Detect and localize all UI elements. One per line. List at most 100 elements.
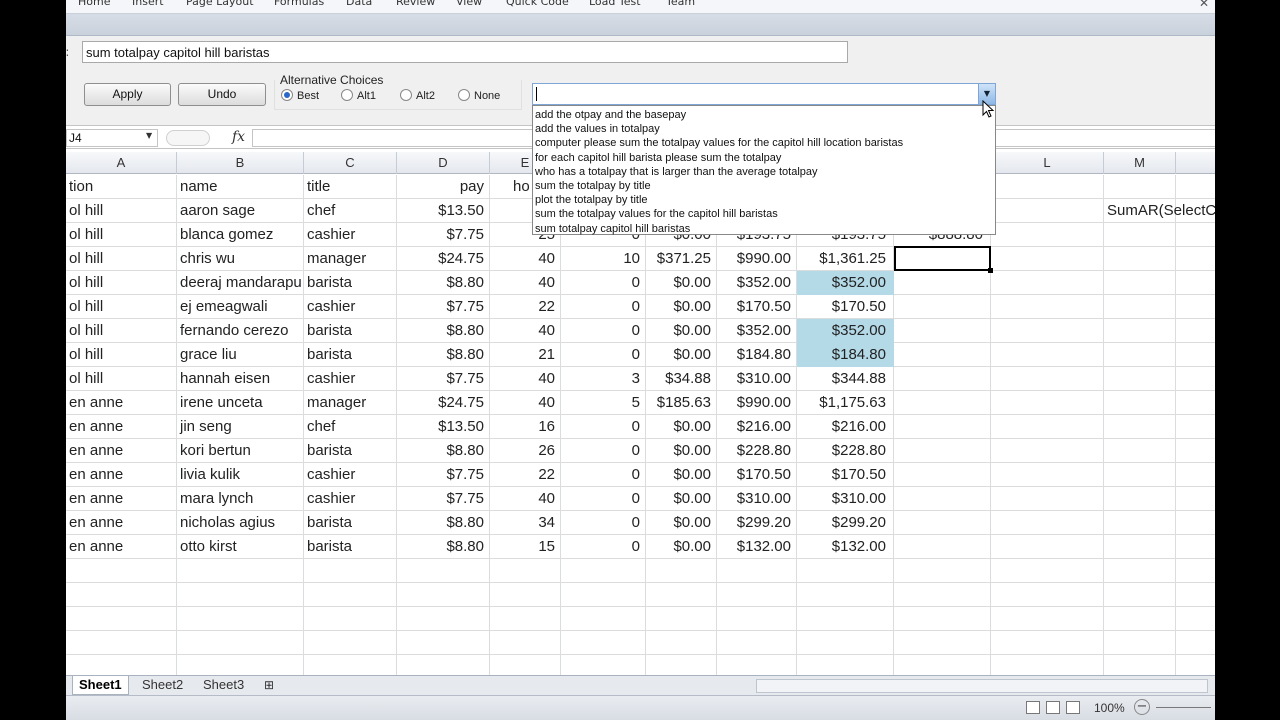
table-cell[interactable]: en anne xyxy=(66,487,177,511)
table-cell[interactable]: kori bertun xyxy=(177,439,304,463)
table-cell[interactable]: $13.50 xyxy=(397,199,490,223)
table-cell[interactable]: $352.00 xyxy=(717,319,797,343)
table-cell[interactable]: $0.00 xyxy=(646,511,717,535)
table-cell[interactable]: 40 xyxy=(490,247,561,271)
table-cell[interactable]: barista xyxy=(304,319,397,343)
horizontal-scrollbar[interactable] xyxy=(756,679,1208,693)
dropdown-item[interactable]: who has a totalpay that is larger than t… xyxy=(533,165,995,179)
table-cell[interactable]: aaron sage xyxy=(177,199,304,223)
table-cell[interactable]: $132.00 xyxy=(797,535,894,559)
column-header-l[interactable]: M xyxy=(1104,152,1176,174)
table-cell[interactable]: $7.75 xyxy=(397,487,490,511)
table-cell[interactable]: ol hill xyxy=(66,247,177,271)
table-cell[interactable]: chef xyxy=(304,199,397,223)
table-cell[interactable]: cashier xyxy=(304,367,397,391)
table-cell[interactable]: $0.00 xyxy=(646,343,717,367)
table-cell[interactable]: 34 xyxy=(490,511,561,535)
formula-text-cell[interactable]: SumAR(SelectCol xyxy=(1104,199,1215,223)
table-cell[interactable]: 0 xyxy=(561,415,646,439)
sheet-tab-2[interactable]: Sheet2 xyxy=(136,676,189,695)
column-header-m[interactable] xyxy=(1176,152,1215,174)
table-cell[interactable]: cashier xyxy=(304,295,397,319)
tab-team[interactable]: Team xyxy=(666,0,695,8)
tab-data[interactable]: Data xyxy=(346,0,372,8)
table-cell[interactable]: $299.20 xyxy=(797,511,894,535)
table-cell[interactable]: barista xyxy=(304,511,397,535)
header-cell-name[interactable]: name xyxy=(177,175,304,199)
table-cell[interactable]: $0.00 xyxy=(646,295,717,319)
table-cell[interactable]: 16 xyxy=(490,415,561,439)
table-cell[interactable]: $170.50 xyxy=(717,295,797,319)
table-cell[interactable]: en anne xyxy=(66,415,177,439)
query-input[interactable] xyxy=(82,41,848,63)
table-cell[interactable]: hannah eisen xyxy=(177,367,304,391)
table-cell[interactable]: ej emeagwali xyxy=(177,295,304,319)
table-cell[interactable]: $0.00 xyxy=(646,463,717,487)
table-cell[interactable]: $34.88 xyxy=(646,367,717,391)
table-cell[interactable]: $170.50 xyxy=(797,463,894,487)
table-cell[interactable]: $7.75 xyxy=(397,463,490,487)
table-cell[interactable]: 0 xyxy=(561,439,646,463)
table-cell[interactable]: manager xyxy=(304,391,397,415)
table-cell[interactable]: en anne xyxy=(66,463,177,487)
suggestion-combobox[interactable]: ▼ xyxy=(532,83,996,105)
table-cell[interactable]: $13.50 xyxy=(397,415,490,439)
radio-none[interactable]: None xyxy=(458,89,500,102)
table-cell[interactable]: $352.00 xyxy=(797,319,894,343)
table-cell[interactable]: en anne xyxy=(66,511,177,535)
table-cell[interactable]: $310.00 xyxy=(717,487,797,511)
table-cell[interactable]: 22 xyxy=(490,295,561,319)
table-cell[interactable]: $0.00 xyxy=(646,319,717,343)
table-cell[interactable]: $170.50 xyxy=(717,463,797,487)
table-cell[interactable]: barista xyxy=(304,343,397,367)
table-cell[interactable]: barista xyxy=(304,439,397,463)
selected-cell[interactable] xyxy=(894,246,993,273)
column-header-b[interactable]: B xyxy=(177,152,304,174)
table-cell[interactable]: 22 xyxy=(490,463,561,487)
radio-best[interactable]: Best xyxy=(281,89,319,102)
table-cell[interactable]: en anne xyxy=(66,391,177,415)
table-cell[interactable]: jin seng xyxy=(177,415,304,439)
table-cell[interactable]: $228.80 xyxy=(717,439,797,463)
table-cell[interactable]: cashier xyxy=(304,487,397,511)
table-cell[interactable]: 0 xyxy=(561,535,646,559)
table-cell[interactable]: barista xyxy=(304,535,397,559)
insert-sheet-icon[interactable]: ⊞ xyxy=(258,676,280,695)
tab-quick-code[interactable]: Quick Code xyxy=(506,0,569,8)
table-cell[interactable]: ol hill xyxy=(66,223,177,247)
insert-function-icon[interactable]: fx xyxy=(232,129,245,145)
table-cell[interactable]: 40 xyxy=(490,487,561,511)
table-cell[interactable]: 5 xyxy=(561,391,646,415)
close-icon[interactable]: ✕ xyxy=(1199,0,1209,10)
table-cell[interactable]: $310.00 xyxy=(717,367,797,391)
table-cell[interactable]: $8.80 xyxy=(397,535,490,559)
table-cell[interactable]: $24.75 xyxy=(397,391,490,415)
table-cell[interactable]: fernando cerezo xyxy=(177,319,304,343)
table-cell[interactable]: 40 xyxy=(490,367,561,391)
table-cell[interactable]: ol hill xyxy=(66,367,177,391)
table-cell[interactable]: 0 xyxy=(561,511,646,535)
table-cell[interactable]: manager xyxy=(304,247,397,271)
column-header-d[interactable]: D xyxy=(397,152,490,174)
table-cell[interactable]: otto kirst xyxy=(177,535,304,559)
table-cell[interactable]: 15 xyxy=(490,535,561,559)
cell-grid[interactable]: tion name title pay ho SumAR(SelectCol $… xyxy=(66,175,1215,675)
table-cell[interactable]: en anne xyxy=(66,535,177,559)
table-cell[interactable]: ol hill xyxy=(66,295,177,319)
table-cell[interactable]: $184.80 xyxy=(717,343,797,367)
table-cell[interactable]: $0.00 xyxy=(646,439,717,463)
sheet-tab-1[interactable]: Sheet1 xyxy=(72,676,129,695)
radio-alt1[interactable]: Alt1 xyxy=(341,89,376,102)
table-cell[interactable]: $352.00 xyxy=(797,271,894,295)
tab-review[interactable]: Review xyxy=(396,0,435,8)
chevron-down-icon[interactable]: ▼ xyxy=(146,131,152,140)
table-cell[interactable]: 40 xyxy=(490,391,561,415)
table-cell[interactable]: chef xyxy=(304,415,397,439)
dropdown-item[interactable]: for each capitol hill barista please sum… xyxy=(533,151,995,165)
table-cell[interactable]: $8.80 xyxy=(397,319,490,343)
table-cell[interactable]: $352.00 xyxy=(717,271,797,295)
table-cell[interactable]: 0 xyxy=(561,487,646,511)
table-cell[interactable]: grace liu xyxy=(177,343,304,367)
tab-view[interactable]: View xyxy=(456,0,482,8)
table-cell[interactable]: 3 xyxy=(561,367,646,391)
